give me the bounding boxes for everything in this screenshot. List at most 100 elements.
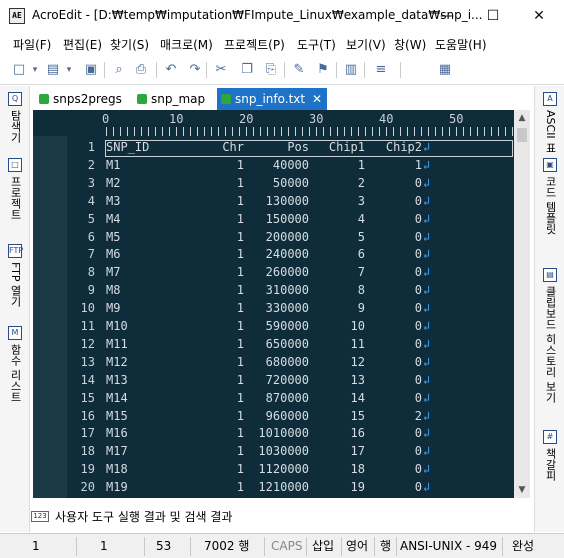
tab-snp-info[interactable]: snp_info.txt ✕	[217, 88, 328, 110]
value-cell: 650000	[265, 336, 309, 351]
file-status-icon	[137, 94, 147, 104]
value-cell: 3	[357, 193, 365, 208]
right-panel-tab-2[interactable]: ▤ 클립보드 히스토리 보기	[539, 268, 561, 403]
value-cell: 6	[357, 247, 365, 262]
status-language[interactable]: 영어	[346, 534, 368, 558]
data-line: 3 M2 1 50000 2 0 ↲	[33, 176, 514, 193]
right-panel-tab-0[interactable]: A ASCII 표	[539, 92, 561, 153]
minimize-button[interactable]: —	[424, 2, 470, 30]
newline-marker-icon: ↲	[423, 390, 431, 405]
toolbar-separator	[284, 62, 285, 78]
left-panel-tab-0[interactable]: Q 탐색기	[4, 92, 26, 143]
redo-icon[interactable]: ↷	[186, 61, 204, 79]
value-cell: 0	[414, 354, 422, 369]
snp-id-cell: M2	[106, 175, 121, 190]
text-editor[interactable]: 0 10 20 30 40 50 1 SNP_ID Chr Pos Chip1 Chip2 ↲ 2 M1 1…	[33, 110, 530, 498]
data-line: 12 M11 1 650000 11 0 ↲	[33, 337, 514, 354]
close-button[interactable]: ✕	[516, 2, 562, 30]
left-panel-tab-1[interactable]: □ 프로젝트	[4, 158, 26, 220]
scroll-down-icon[interactable]: ▼	[514, 482, 530, 498]
scroll-up-icon[interactable]: ▲	[514, 110, 530, 126]
ruler-number: 10	[169, 112, 184, 126]
menu-item-4[interactable]: 프로젝트(P)	[224, 36, 285, 53]
bookmark-icon[interactable]: ⚑	[314, 61, 332, 79]
toolbar-separator	[104, 62, 105, 78]
toolbar-separator	[400, 62, 401, 78]
left-panel-tab-2[interactable]: FTP FTP 열기	[4, 244, 26, 307]
output-panel-tab[interactable]: 123 사용자 도구 실행 결과 및 검색 결과	[31, 506, 533, 528]
line-number: 16	[80, 408, 95, 423]
status-char-code: 53	[156, 539, 172, 553]
print-icon[interactable]: ⎙	[132, 61, 150, 79]
value-cell: 1	[236, 175, 244, 190]
undo-icon[interactable]: ↶	[162, 61, 180, 79]
tab-snp-map[interactable]: snp_map	[133, 88, 205, 110]
dropdown-icon[interactable]: ▾	[30, 61, 40, 79]
menu-item-0[interactable]: 파일(F)	[13, 36, 51, 53]
value-cell: 14	[350, 390, 365, 405]
snp-id-cell: M10	[106, 319, 128, 333]
marker-icon[interactable]: ✎	[290, 61, 308, 79]
line-number: 12	[80, 336, 95, 351]
status-total-lines: 7002 행	[204, 539, 250, 553]
copy-icon[interactable]: ❐	[238, 61, 256, 79]
value-cell: 50000	[272, 175, 309, 190]
line-number: 8	[87, 265, 95, 280]
cut-icon[interactable]: ✂	[212, 61, 230, 79]
value-cell: 1	[236, 444, 244, 459]
value-cell: 40000	[272, 157, 309, 172]
app-logo-icon: AE	[9, 8, 25, 24]
value-cell: 1	[236, 426, 244, 441]
newline-marker-icon: ↲	[423, 354, 431, 369]
save-icon[interactable]: ▣	[82, 61, 100, 79]
snp-id-cell: M7	[106, 265, 121, 280]
line-number: 6	[87, 229, 95, 244]
document-icon[interactable]: ▥	[342, 61, 360, 79]
maximize-button[interactable]: ☐	[470, 2, 516, 30]
tab-snps2pregs[interactable]: snps2pregs	[35, 88, 122, 110]
menu-item-6[interactable]: 보기(V)	[346, 36, 386, 53]
line-number: 3	[87, 175, 95, 190]
value-cell: 0	[414, 480, 422, 495]
open-folder-icon[interactable]: ▤	[44, 61, 62, 79]
paste-icon[interactable]: ⎘	[262, 61, 280, 79]
left-panel-icon: M	[8, 326, 22, 340]
menu-item-5[interactable]: 도구(T)	[297, 36, 336, 53]
right-panel-tab-3[interactable]: # 책갈피	[539, 430, 561, 481]
menu-item-7[interactable]: 창(W)	[394, 36, 426, 53]
value-cell: 1	[236, 354, 244, 369]
status-divider	[190, 537, 191, 556]
menu-item-2[interactable]: 찾기(S)	[110, 36, 149, 53]
dropdown-icon[interactable]: ▾	[64, 61, 74, 79]
left-panel-tab-3[interactable]: M 함수 리스트	[4, 326, 26, 403]
ruler-number: 50	[449, 112, 464, 126]
value-cell: 10	[350, 319, 365, 333]
value-cell: 0	[414, 175, 422, 190]
value-cell: 0	[414, 372, 422, 387]
calendar-icon[interactable]: ▦	[436, 61, 454, 79]
menu-item-8[interactable]: 도움말(H)	[435, 36, 487, 53]
document-tabs: snps2pregs snp_map snp_info.txt ✕	[31, 88, 533, 110]
line-number: 5	[87, 211, 95, 226]
status-mode[interactable]: 행	[380, 534, 391, 558]
status-divider	[306, 537, 307, 556]
menu-item-1[interactable]: 편집(E)	[63, 36, 102, 53]
scrollbar-thumb[interactable]	[517, 128, 527, 142]
value-cell: 680000	[265, 354, 309, 369]
menu-item-3[interactable]: 매크로(M)	[160, 36, 213, 53]
value-cell: 0	[414, 301, 422, 316]
print-preview-icon[interactable]: ⌕	[110, 61, 128, 79]
snp-id-cell: M11	[106, 336, 128, 351]
value-cell: 1	[236, 408, 244, 423]
right-panel-tab-1[interactable]: ▣ 코드 템플릿	[539, 158, 561, 235]
status-encoding[interactable]: ANSI-UNIX - 949	[400, 534, 497, 558]
status-insert-mode[interactable]: 삽입	[312, 534, 334, 558]
vertical-scrollbar[interactable]: ▲ ▼	[514, 110, 530, 498]
data-line: 19 M18 1 1120000 18 0 ↲	[33, 462, 514, 479]
value-cell: 9	[357, 301, 365, 316]
tab-close-icon[interactable]: ✕	[312, 88, 322, 110]
value-cell: 130000	[265, 193, 309, 208]
snp-id-cell: M4	[106, 211, 121, 226]
new-file-icon[interactable]: □	[10, 61, 28, 79]
column-icon[interactable]: ≡	[372, 61, 390, 79]
